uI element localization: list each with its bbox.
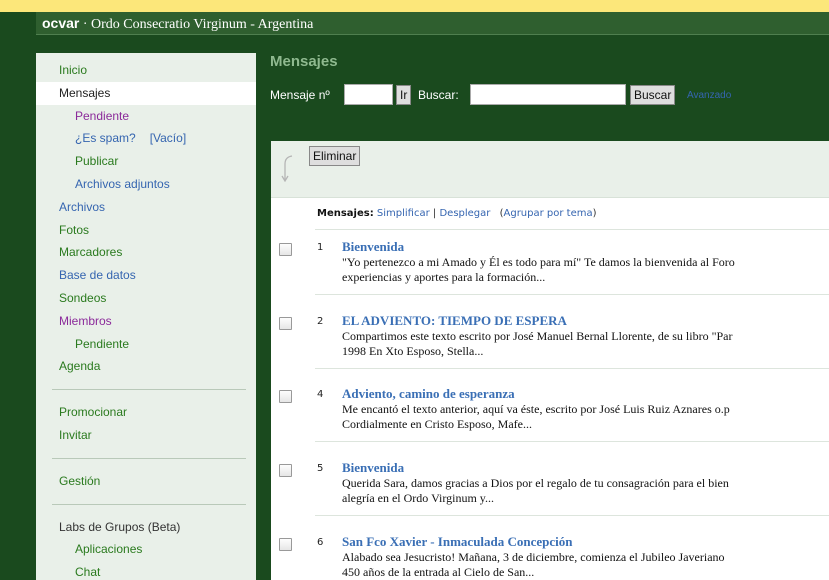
top-yellow-band <box>0 0 829 12</box>
message-snippet-line: Compartimos este texto escrito por José … <box>342 329 733 343</box>
message-snippet: Compartimos este texto escrito por José … <box>342 329 829 359</box>
message-row: 6 San Fco Xavier - Inmaculada Concepción… <box>271 532 829 580</box>
page-title: Mensajes <box>270 53 338 70</box>
message-title[interactable]: Adviento, camino de esperanza <box>342 386 515 402</box>
sidebar-item-base-de-datos[interactable]: Base de datos <box>36 264 256 287</box>
expand-link[interactable]: Desplegar <box>439 208 490 219</box>
list-divider <box>315 229 829 230</box>
search-label: Buscar: <box>418 88 459 102</box>
delete-button[interactable]: Eliminar <box>309 146 361 166</box>
message-checkbox[interactable] <box>279 464 292 477</box>
sidebar-item-aplicaciones[interactable]: Aplicaciones <box>36 538 256 561</box>
message-row: 2 EL ADVIENTO: TIEMPO DE ESPERA Comparti… <box>271 311 829 369</box>
message-snippet-line: alegría en el Ordo Virginum y... <box>342 491 495 505</box>
sidebar-item-fotos[interactable]: Fotos <box>36 219 256 242</box>
select-arrow-icon <box>281 155 293 182</box>
group-by-topic-link[interactable]: Agrupar por tema <box>504 208 593 219</box>
sidebar-item-chat[interactable]: Chat <box>36 561 256 580</box>
message-snippet: "Yo pertenezco a mi Amado y Él es todo p… <box>342 255 829 285</box>
message-number-input[interactable] <box>344 84 393 105</box>
sidebar-item-gestion[interactable]: Gestión <box>36 470 256 493</box>
sidebar-item-agenda[interactable]: Agenda <box>36 355 256 378</box>
simplify-link[interactable]: Simplificar <box>377 208 430 219</box>
group-title: · Ordo Consecratio Virginum - Argentina <box>79 17 314 32</box>
group-brand[interactable]: ocvar <box>42 15 79 31</box>
message-title[interactable]: San Fco Xavier - Inmaculada Concepción <box>342 534 573 550</box>
sidebar-item-marcadores[interactable]: Marcadores <box>36 241 256 264</box>
sidebar-item-promocionar[interactable]: Promocionar <box>36 401 256 424</box>
message-checkbox[interactable] <box>279 317 292 330</box>
go-button[interactable]: Ir <box>396 85 412 105</box>
message-snippet-line: Alabado sea Jesucristo! Mañana, 3 de dic… <box>342 550 725 564</box>
group-header: ocvar · Ordo Consecratio Virginum - Arge… <box>36 12 829 35</box>
message-row: 5 Bienvenida Querida Sara, damos gracias… <box>271 458 829 516</box>
message-snippet-line: 1998 En Xto Esposo, Stella... <box>342 344 484 358</box>
message-row: 4 Adviento, camino de esperanza Me encan… <box>271 384 829 442</box>
list-view-options: Mensajes: Simplificar | Desplegar (Agrup… <box>317 208 597 219</box>
row-divider <box>315 294 829 295</box>
message-title[interactable]: EL ADVIENTO: TIEMPO DE ESPERA <box>342 313 567 329</box>
message-snippet-line: "Yo pertenezco a mi Amado y Él es todo p… <box>342 255 735 269</box>
sidebar-item-pendiente-miembros[interactable]: Pendiente <box>36 333 256 356</box>
message-snippet-line: experiencias y aportes para la formación… <box>342 270 546 284</box>
search-bar: Mensaje nº Ir Buscar: Buscar Avanzado <box>270 83 829 105</box>
message-number-label: Mensaje nº <box>270 88 330 102</box>
message-snippet-line: Cordialmente en Cristo Esposo, Mafe... <box>342 417 532 431</box>
message-number: 6 <box>317 537 324 548</box>
message-snippet-line: Me encantó el texto anterior, aquí va és… <box>342 402 730 416</box>
message-snippet: Alabado sea Jesucristo! Mañana, 3 de dic… <box>342 550 829 580</box>
spam-empty-badge: [Vacío] <box>149 131 187 146</box>
messages-label: Mensajes: <box>317 208 374 219</box>
row-divider <box>315 368 829 369</box>
sidebar-divider <box>52 457 246 459</box>
message-title[interactable]: Bienvenida <box>342 460 404 476</box>
sidebar-item-miembros[interactable]: Miembros <box>36 310 256 333</box>
sidebar-item-publicar[interactable]: Publicar <box>36 150 256 173</box>
message-checkbox[interactable] <box>279 538 292 551</box>
sidebar-item-pendiente-mensajes[interactable]: Pendiente <box>36 105 256 128</box>
message-number: 2 <box>317 316 324 327</box>
sidebar: Inicio Mensajes Pendiente ¿Es spam? [Vací… <box>36 53 256 580</box>
sidebar-divider <box>52 389 246 391</box>
message-checkbox[interactable] <box>279 243 292 256</box>
message-snippet-line: 450 años de la entrada al Cielo de San..… <box>342 565 535 579</box>
search-input[interactable] <box>470 84 626 105</box>
message-snippet-line: Querida Sara, damos gracias a Dios por e… <box>342 476 729 490</box>
sidebar-item-archivos-adjuntos[interactable]: Archivos adjuntos <box>36 173 256 196</box>
sidebar-item-sondeos[interactable]: Sondeos <box>36 287 256 310</box>
message-snippet: Querida Sara, damos gracias a Dios por e… <box>342 476 829 506</box>
sidebar-divider <box>52 503 246 505</box>
row-divider <box>315 441 829 442</box>
message-row: 1 Bienvenida "Yo pertenezco a mi Amado y… <box>271 237 829 295</box>
message-snippet: Me encantó el texto anterior, aquí va és… <box>342 402 829 432</box>
message-number: 4 <box>317 389 324 400</box>
message-title[interactable]: Bienvenida <box>342 239 404 255</box>
sidebar-item-inicio[interactable]: Inicio <box>36 59 256 82</box>
message-number: 1 <box>317 242 324 253</box>
sidebar-item-invitar[interactable]: Invitar <box>36 424 256 447</box>
sidebar-item-spam-link[interactable]: ¿Es spam? <box>75 131 136 145</box>
view-separator: | <box>432 208 437 219</box>
group-close-paren: ) <box>592 208 597 219</box>
message-toolbar: Eliminar <box>271 141 829 198</box>
message-checkbox[interactable] <box>279 390 292 403</box>
sidebar-item-mensajes[interactable]: Mensajes <box>36 81 256 105</box>
message-number: 5 <box>317 463 324 474</box>
row-divider <box>315 515 829 516</box>
sidebar-item-archivos[interactable]: Archivos <box>36 196 256 219</box>
search-button[interactable]: Buscar <box>630 85 676 105</box>
labs-title: Labs de Grupos (Beta) <box>59 519 181 534</box>
message-list-panel: Eliminar Mensajes: Simplificar | Despleg… <box>271 141 829 580</box>
advanced-search-link[interactable]: Avanzado <box>687 90 731 101</box>
sidebar-item-spam: ¿Es spam? [Vacío] <box>36 127 256 150</box>
